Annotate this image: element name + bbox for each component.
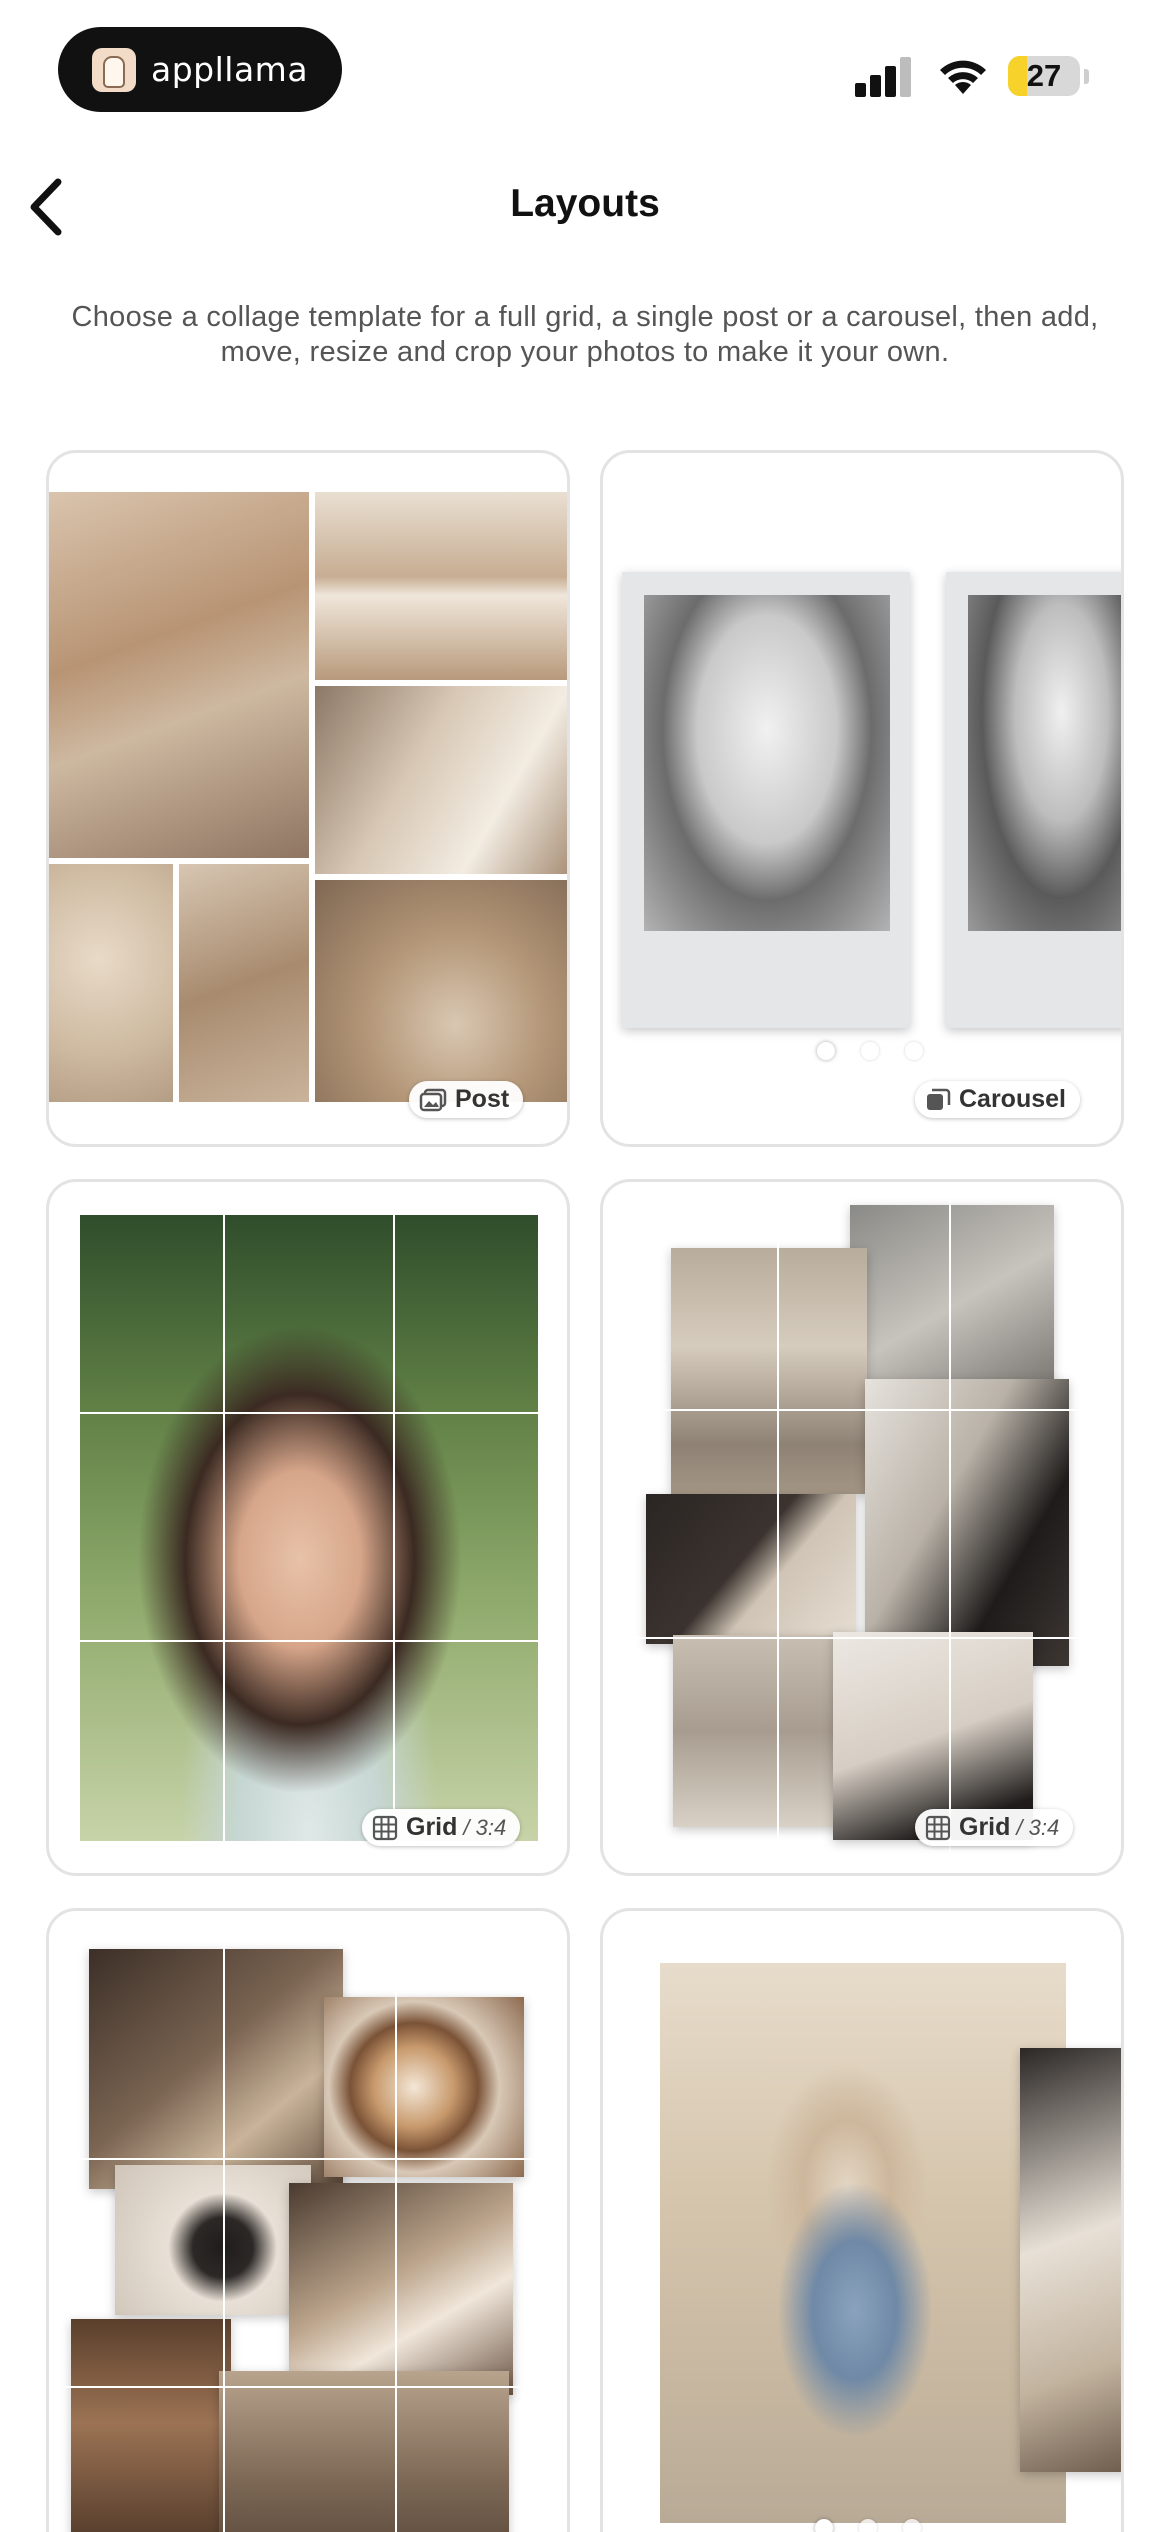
template-badge-label: Grid xyxy=(959,1813,1011,1841)
photo-woman-laptop-cafe xyxy=(89,1949,343,2189)
photo-cafe-interior xyxy=(71,2319,231,2532)
photo-woman-street-fashion xyxy=(660,1963,1066,2523)
photo-latte-art xyxy=(324,1997,524,2177)
app-name: appllama xyxy=(151,50,309,89)
carousel-dot xyxy=(903,2519,921,2532)
template-card-carousel[interactable]: Carousel xyxy=(600,450,1124,1147)
template-badge-label: Carousel xyxy=(959,1085,1066,1113)
photo-coffee-cup xyxy=(179,864,309,1102)
photo-pottery-wheel xyxy=(49,492,309,858)
photo-woman-black-coat xyxy=(865,1379,1069,1666)
carousel-dots xyxy=(802,2519,934,2532)
post-icon xyxy=(419,1088,447,1111)
page-title: Layouts xyxy=(510,182,660,225)
template-badge: Grid / 3:4 xyxy=(362,1809,521,1846)
cellular-signal-icon xyxy=(855,55,915,97)
photo-portrait-woman-bw xyxy=(644,595,890,931)
battery-level: 27 xyxy=(1026,58,1062,93)
photo-vase xyxy=(315,880,567,1102)
status-bar: appllama 27 xyxy=(0,0,1170,140)
template-badge-ratio: / 3:4 xyxy=(463,1814,507,1840)
template-badge-ratio: / 3:4 xyxy=(1016,1814,1060,1840)
template-badge-label: Grid xyxy=(406,1813,458,1841)
photo-woman-writing xyxy=(289,2183,513,2395)
template-card-grid[interactable]: Grid / 3:4 xyxy=(600,1179,1124,1876)
carousel-dot xyxy=(859,2519,877,2532)
template-card-post[interactable]: Post xyxy=(46,450,570,1147)
photo-woman-eating xyxy=(1020,2048,1121,2472)
photo-architecture xyxy=(673,1635,849,1827)
photo-black-handbag xyxy=(646,1494,856,1644)
template-badge: Carousel xyxy=(915,1081,1080,1118)
template-badge: Post xyxy=(409,1081,524,1118)
llama-logo-icon xyxy=(92,47,136,92)
carousel-dots xyxy=(804,1042,936,1060)
battery-nub xyxy=(1084,69,1089,84)
photo-camera xyxy=(115,2165,311,2315)
carousel-dot xyxy=(817,1042,835,1060)
template-card-grid[interactable]: Grid / 3:4 xyxy=(46,1179,570,1876)
template-badge-label: Post xyxy=(455,1085,510,1113)
template-card-carousel[interactable] xyxy=(600,1908,1124,2532)
photo-clay-texture xyxy=(49,864,173,1102)
photo-portrait-woman-bw-2 xyxy=(968,595,1121,931)
grid-icon xyxy=(925,1815,951,1840)
layouts-screen: appllama 27 Layouts Choose a collage tem… xyxy=(0,0,1170,2532)
carousel-dot xyxy=(861,1042,879,1060)
carousel-dot xyxy=(905,1042,923,1060)
page-subtitle: Choose a collage template for a full gri… xyxy=(71,301,1099,368)
photo-paris-street xyxy=(219,2371,509,2532)
grid-icon xyxy=(372,1815,398,1840)
template-badge: Grid / 3:4 xyxy=(915,1809,1074,1846)
battery-icon: 27 xyxy=(1008,56,1080,96)
photo-ceramics-shelf xyxy=(315,492,567,680)
carousel-dot xyxy=(815,2519,833,2532)
template-card-grid[interactable] xyxy=(46,1908,570,2532)
photo-woman-flower-portrait xyxy=(80,1215,538,1841)
carousel-icon xyxy=(927,1088,951,1110)
app-badge[interactable]: appllama xyxy=(58,27,342,112)
photo-paris-building xyxy=(671,1248,867,1494)
photo-potter-workshop xyxy=(315,686,567,874)
wifi-icon xyxy=(940,60,986,94)
